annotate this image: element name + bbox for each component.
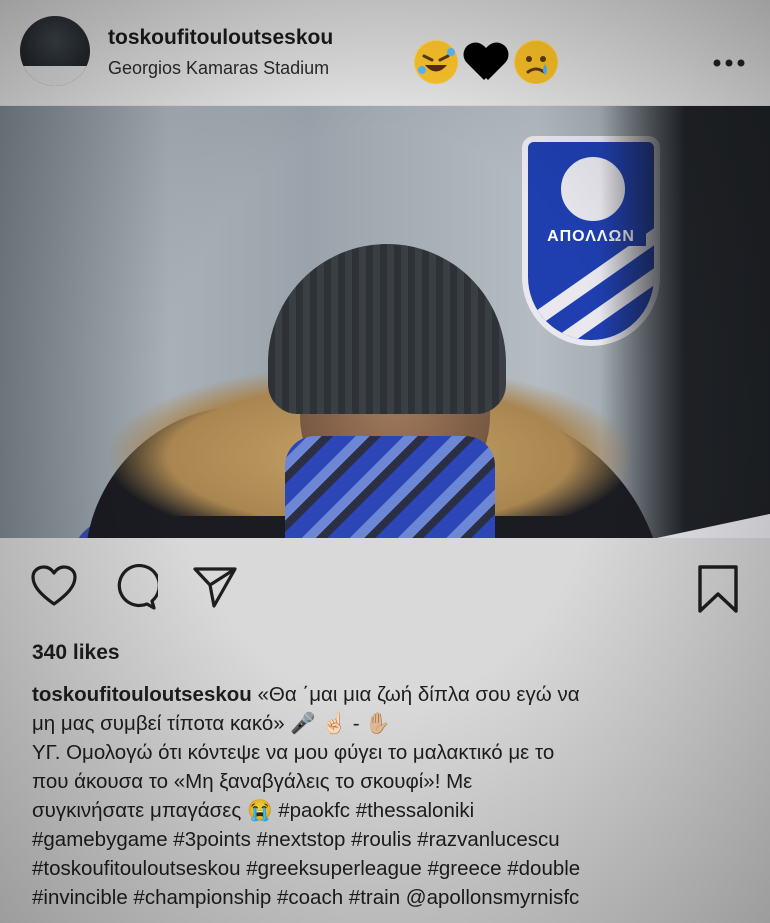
person-beanie xyxy=(268,244,506,414)
post-photo[interactable]: ΑΠΟΛΛΩΝ xyxy=(0,106,770,538)
crying-face-icon xyxy=(514,40,558,84)
send-icon[interactable] xyxy=(192,564,238,610)
post-username[interactable]: toskoufitouloutseskou xyxy=(108,26,333,50)
black-heart-icon xyxy=(464,40,508,84)
caption-line: που άκουσα το «Μη ξαναβγάλεις το σκουφί»… xyxy=(32,770,473,793)
comment-icon[interactable] xyxy=(112,564,158,610)
likes-count[interactable]: 340 likes xyxy=(32,641,120,665)
bookmark-icon[interactable] xyxy=(696,564,740,614)
caption-username[interactable]: toskoufitouloutseskou xyxy=(32,683,252,706)
caption-hashtags[interactable]: #invincible #championship #coach #train … xyxy=(32,883,752,912)
caption-line: συγκινήσατε μπαγάσες 😭 #paokfc #thessalo… xyxy=(32,799,475,822)
caption-line: ΥΓ. Ομολογώ ότι κόντεψε να μου φύγει το … xyxy=(32,741,555,764)
post-header: toskoufitouloutseskou Georgios Kamaras S… xyxy=(0,0,770,105)
caption-line: μη μας συμβεί τίποτα κακό» 🎤 ☝🏻 - ✋🏼 xyxy=(32,712,391,735)
caption-hashtags[interactable]: #toskoufitouloutseskou #greeksuperleague… xyxy=(32,854,752,883)
post-location[interactable]: Georgios Kamaras Stadium xyxy=(108,58,329,79)
more-options-icon[interactable] xyxy=(712,44,746,75)
heart-icon[interactable] xyxy=(30,564,78,608)
avatar[interactable] xyxy=(20,16,90,86)
post-actions xyxy=(0,556,770,626)
rofl-emoji-icon xyxy=(414,40,458,84)
caption-text: «Θα ΄μαι μια ζωή δίπλα σου εγώ να xyxy=(251,683,580,706)
person-scarf xyxy=(285,436,495,538)
caption-line: toskoufitouloutseskou «Θα ΄μαι μια ζωή δ… xyxy=(32,680,752,709)
header-emojis xyxy=(414,40,558,84)
caption-hashtags[interactable]: #gamebygame #3points #nextstop #roulis #… xyxy=(32,825,752,854)
post-caption: toskoufitouloutseskou «Θα ΄μαι μια ζωή δ… xyxy=(32,680,752,912)
